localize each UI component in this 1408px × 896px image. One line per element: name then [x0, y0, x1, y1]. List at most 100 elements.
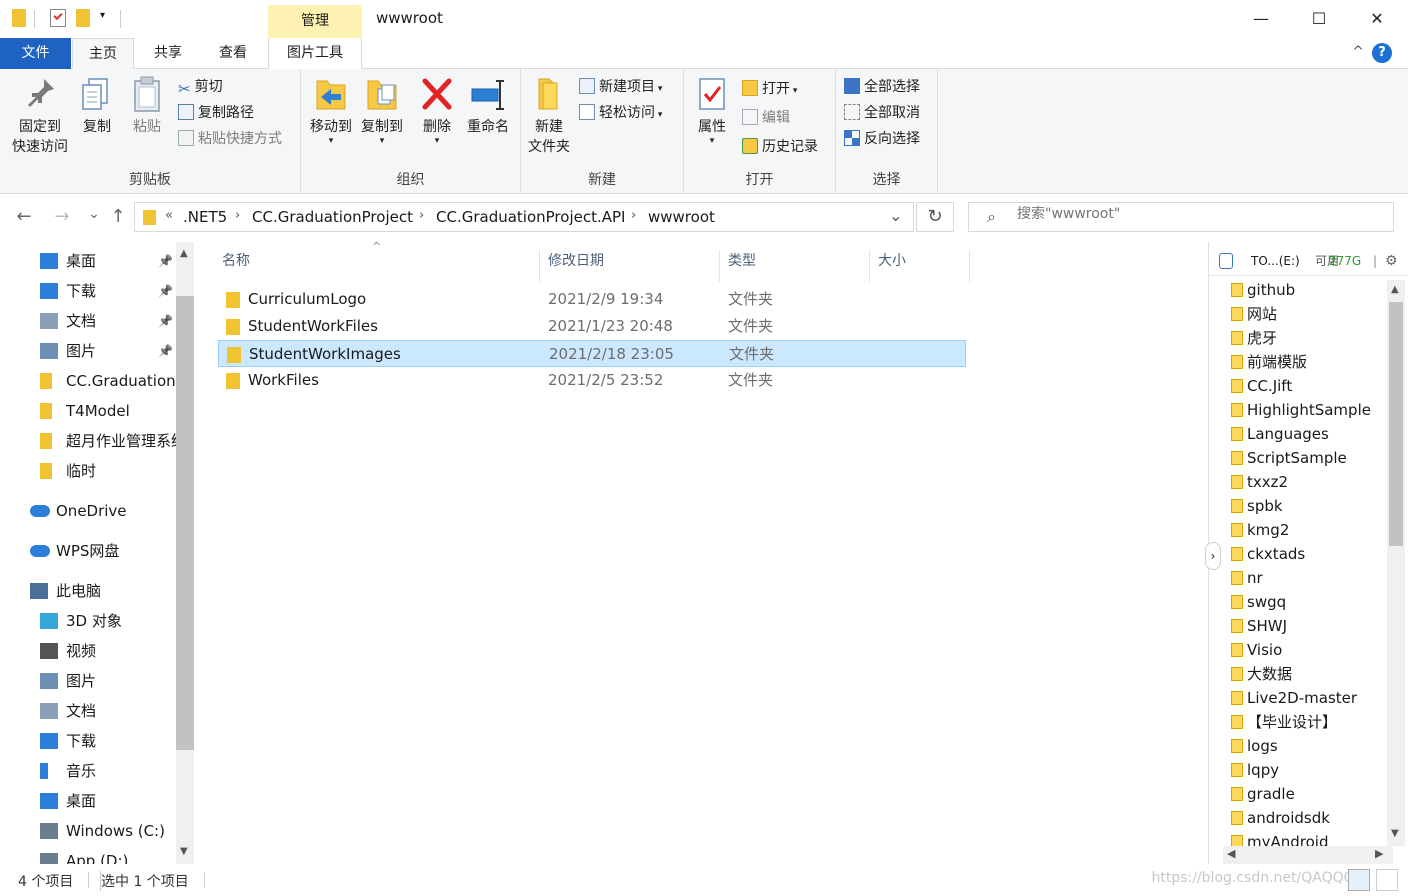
breadcrumb-separator[interactable]: ›: [631, 208, 636, 223]
side-panel-scrollbar-thumb[interactable]: [1389, 302, 1403, 546]
folder-icon: [1231, 451, 1243, 465]
breadcrumb-item[interactable]: .NET5: [183, 208, 227, 226]
new-folder-button[interactable]: 新建 文件夹: [525, 75, 573, 157]
scroll-down-icon[interactable]: ▼: [180, 846, 188, 857]
nav-item[interactable]: Windows (C:): [0, 816, 176, 846]
nav-item[interactable]: 此电脑: [0, 576, 176, 606]
address-box[interactable]: « .NET5 › CC.GraduationProject › CC.Grad…: [134, 202, 914, 232]
paste-button[interactable]: 粘贴: [124, 75, 170, 137]
scroll-left-icon[interactable]: ◀: [1227, 847, 1235, 860]
easy-access-button[interactable]: 轻松访问 ▾: [579, 101, 662, 125]
copy-to-button[interactable]: 复制到 ▾: [357, 75, 407, 146]
move-to-label: 移动到: [310, 119, 352, 135]
tab-picture-tools[interactable]: 图片工具: [268, 38, 362, 69]
copy-button[interactable]: 复制: [76, 75, 118, 137]
pin-icon[interactable]: 📌: [158, 306, 173, 336]
open-button[interactable]: 打开 ▾: [742, 77, 797, 101]
pin-icon[interactable]: 📌: [158, 246, 173, 276]
details-view-button[interactable]: [1348, 869, 1370, 891]
nav-item[interactable]: 临时: [0, 456, 176, 486]
rename-button[interactable]: 重命名: [461, 75, 515, 137]
nav-item[interactable]: 下载: [0, 726, 176, 756]
delete-button[interactable]: 删除 ▾: [415, 75, 459, 146]
properties-button[interactable]: 属性 ▾: [690, 75, 734, 146]
breadcrumb-item[interactable]: wwwroot: [648, 208, 715, 226]
nav-item[interactable]: CC.GraduationP: [0, 366, 176, 396]
invert-selection-button[interactable]: 反向选择: [844, 127, 920, 151]
recent-locations-button[interactable]: ⌄: [82, 206, 106, 222]
new-item-button[interactable]: 新建项目 ▾: [579, 75, 662, 99]
minimize-button[interactable]: —: [1232, 0, 1290, 38]
nav-item[interactable]: 音乐: [0, 756, 176, 786]
new-folder-qa-icon[interactable]: [76, 9, 90, 27]
file-row[interactable]: CurriculumLogo 2021/2/9 19:34 文件夹: [218, 286, 966, 313]
move-to-button[interactable]: 移动到 ▾: [305, 75, 357, 146]
breadcrumb-overflow[interactable]: «: [165, 208, 173, 223]
nav-item[interactable]: 视频: [0, 636, 176, 666]
file-row[interactable]: StudentWorkImages 2021/2/18 23:05 文件夹: [218, 340, 966, 367]
side-panel-hscrollbar[interactable]: ◀ ▶: [1223, 846, 1393, 864]
side-panel-item-label: HighlightSample: [1247, 401, 1371, 419]
pin-icon[interactable]: 📌: [158, 276, 173, 306]
pin-icon[interactable]: 📌: [158, 336, 173, 366]
nav-item[interactable]: 图片: [0, 666, 176, 696]
nav-item[interactable]: OneDrive: [0, 496, 176, 526]
search-box[interactable]: ⌕: [968, 202, 1394, 232]
file-row[interactable]: WorkFiles 2021/2/5 23:52 文件夹: [218, 367, 966, 394]
breadcrumb-separator[interactable]: ›: [235, 208, 240, 223]
cut-button[interactable]: ✂ 剪切: [178, 75, 223, 99]
file-row[interactable]: StudentWorkFiles 2021/1/23 20:48 文件夹: [218, 313, 966, 340]
scroll-right-icon[interactable]: ▶: [1375, 847, 1383, 860]
nav-item[interactable]: 桌面: [0, 786, 176, 816]
close-button[interactable]: ✕: [1348, 0, 1406, 38]
nav-item[interactable]: App (D:): [0, 846, 176, 864]
side-panel-item-label: Languages: [1247, 425, 1329, 443]
paste-shortcut-button[interactable]: 粘贴快捷方式: [178, 127, 282, 151]
history-button[interactable]: 历史记录: [742, 135, 818, 159]
column-header-date[interactable]: 修改日期: [540, 250, 720, 282]
tab-view[interactable]: 查看: [202, 38, 264, 69]
scroll-down-icon[interactable]: ▼: [1391, 828, 1399, 839]
back-button[interactable]: ←: [12, 206, 36, 227]
nav-item[interactable]: 下载 📌: [0, 276, 176, 306]
pin-quick-access-button[interactable]: 固定到 快速访问: [8, 75, 72, 157]
nav-item[interactable]: 桌面 📌: [0, 246, 176, 276]
nav-item[interactable]: 文档 📌: [0, 306, 176, 336]
breadcrumb-item[interactable]: CC.GraduationProject: [252, 208, 413, 226]
large-icons-view-button[interactable]: [1376, 869, 1398, 891]
maximize-button[interactable]: ☐: [1290, 0, 1348, 38]
nav-item[interactable]: 超月作业管理系统: [0, 426, 176, 456]
nav-item[interactable]: 文档: [0, 696, 176, 726]
tab-share[interactable]: 共享: [136, 38, 200, 69]
scroll-up-icon[interactable]: ▲: [180, 248, 188, 259]
tab-home[interactable]: 主页: [72, 38, 134, 70]
forward-button[interactable]: →: [50, 206, 74, 227]
breadcrumb-separator[interactable]: ›: [419, 208, 424, 223]
qa-dropdown-icon[interactable]: ▾: [100, 10, 105, 21]
nav-item[interactable]: 图片 📌: [0, 336, 176, 366]
column-header-type[interactable]: 类型: [720, 250, 870, 282]
nav-scrollbar-thumb[interactable]: [176, 296, 194, 750]
address-dropdown-icon[interactable]: ⌄: [889, 206, 902, 225]
select-none-button[interactable]: 全部取消: [844, 101, 920, 125]
up-button[interactable]: ↑: [106, 206, 130, 227]
breadcrumb-item[interactable]: CC.GraduationProject.API: [436, 208, 625, 226]
column-header-size[interactable]: 大小: [870, 250, 970, 282]
nav-item[interactable]: WPS网盘: [0, 536, 176, 566]
select-all-button[interactable]: 全部选择: [844, 75, 920, 99]
properties-qa-icon[interactable]: [50, 9, 66, 27]
manage-tab[interactable]: 管理: [268, 5, 362, 38]
refresh-button[interactable]: ↻: [916, 202, 954, 232]
edit-button[interactable]: 编辑: [742, 106, 790, 130]
delete-icon: [419, 75, 455, 113]
scroll-up-icon[interactable]: ▲: [1391, 284, 1399, 295]
collapse-ribbon-icon[interactable]: ^: [1352, 44, 1364, 60]
search-input[interactable]: [1017, 206, 1377, 222]
collapse-panel-icon[interactable]: ›: [1205, 542, 1221, 570]
copy-path-button[interactable]: 复制路径: [178, 101, 254, 125]
column-header-name[interactable]: 名称: [214, 250, 540, 282]
tab-file[interactable]: 文件: [0, 38, 71, 69]
nav-item[interactable]: T4Model: [0, 396, 176, 426]
help-button[interactable]: ?: [1372, 43, 1392, 63]
nav-item[interactable]: 3D 对象: [0, 606, 176, 636]
